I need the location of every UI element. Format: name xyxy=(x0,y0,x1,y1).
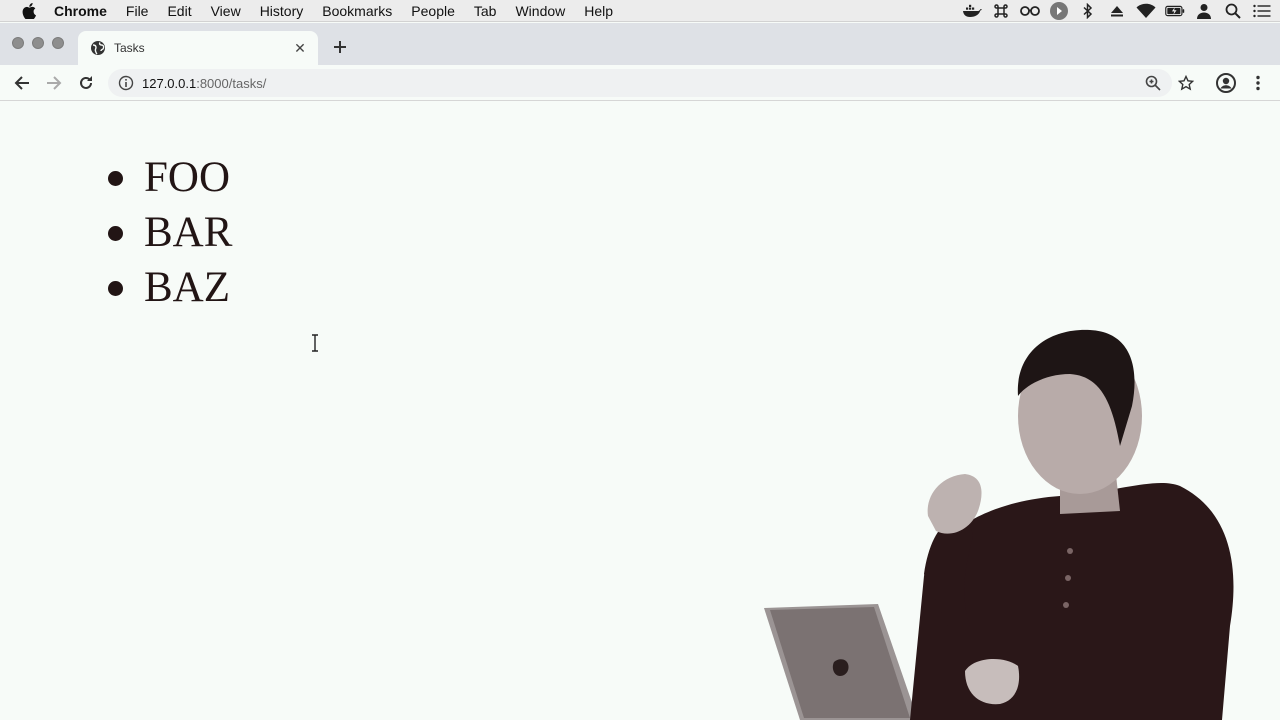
command-icon[interactable] xyxy=(991,1,1011,21)
url-path: :8000/tasks/ xyxy=(196,75,267,91)
list-item: BAZ xyxy=(104,260,232,315)
play-icon[interactable] xyxy=(1049,1,1069,21)
menu-bar: Chrome File Edit View History Bookmarks … xyxy=(0,0,1280,22)
glasses-icon[interactable] xyxy=(1020,1,1040,21)
docker-icon[interactable] xyxy=(962,1,982,21)
eject-icon[interactable] xyxy=(1107,1,1127,21)
browser-toolbar: 127.0.0.1:8000/tasks/ xyxy=(0,65,1280,101)
bullet-icon xyxy=(108,226,123,241)
arrow-right-icon xyxy=(47,76,62,90)
kebab-menu-icon[interactable] xyxy=(1246,72,1270,94)
menu-help[interactable]: Help xyxy=(584,0,613,22)
apple-icon[interactable] xyxy=(18,0,40,22)
task-list: FOO BAR BAZ xyxy=(104,150,232,315)
close-window-button[interactable] xyxy=(12,37,24,49)
reload-button[interactable] xyxy=(74,72,98,94)
url-text[interactable]: 127.0.0.1:8000/tasks/ xyxy=(142,76,266,91)
menu-window[interactable]: Window xyxy=(515,0,565,22)
plus-icon xyxy=(334,41,346,53)
menu-edit[interactable]: Edit xyxy=(167,0,191,22)
window-controls xyxy=(12,37,72,49)
presenter-image xyxy=(764,329,1234,720)
menu-history[interactable]: History xyxy=(260,0,304,22)
bluetooth-icon[interactable] xyxy=(1078,1,1098,21)
list-item: BAR xyxy=(104,205,232,260)
arrow-left-icon xyxy=(14,76,29,90)
back-button[interactable] xyxy=(10,72,34,94)
list-icon[interactable] xyxy=(1252,1,1272,21)
task-label: BAZ xyxy=(144,264,230,311)
menu-app-chrome[interactable]: Chrome xyxy=(54,0,107,22)
menu-people[interactable]: People xyxy=(411,0,455,22)
profile-icon[interactable] xyxy=(1214,72,1238,94)
reload-icon xyxy=(80,76,92,89)
tab-tasks[interactable]: Tasks ✕ xyxy=(78,31,318,65)
minimize-window-button[interactable] xyxy=(32,37,44,49)
zoom-icon[interactable] xyxy=(1144,74,1162,92)
battery-icon[interactable] xyxy=(1165,1,1185,21)
url-host: 127.0.0.1 xyxy=(142,75,197,91)
menu-tab[interactable]: Tab xyxy=(474,0,497,22)
menu-file[interactable]: File xyxy=(126,0,149,22)
address-bar[interactable]: 127.0.0.1:8000/tasks/ xyxy=(108,69,1172,97)
text-cursor-icon xyxy=(312,334,318,352)
menu-view[interactable]: View xyxy=(211,0,241,22)
spotlight-icon[interactable] xyxy=(1223,1,1243,21)
globe-icon xyxy=(90,40,106,56)
forward-button[interactable] xyxy=(42,72,66,94)
close-tab-icon[interactable]: ✕ xyxy=(292,40,308,56)
tab-title: Tasks xyxy=(114,41,145,55)
task-label: FOO xyxy=(144,154,231,201)
menu-bookmarks[interactable]: Bookmarks xyxy=(322,0,392,22)
bullet-icon xyxy=(108,281,123,296)
bullet-icon xyxy=(108,171,123,186)
info-icon[interactable] xyxy=(118,75,134,91)
tab-strip: Tasks ✕ xyxy=(0,23,1280,65)
new-tab-button[interactable] xyxy=(330,37,350,57)
wifi-icon[interactable] xyxy=(1136,1,1156,21)
star-icon[interactable] xyxy=(1174,72,1198,94)
list-item: FOO xyxy=(104,150,232,205)
user-icon[interactable] xyxy=(1194,1,1214,21)
status-area xyxy=(953,0,1272,22)
task-label: BAR xyxy=(144,209,233,256)
zoom-window-button[interactable] xyxy=(52,37,64,49)
